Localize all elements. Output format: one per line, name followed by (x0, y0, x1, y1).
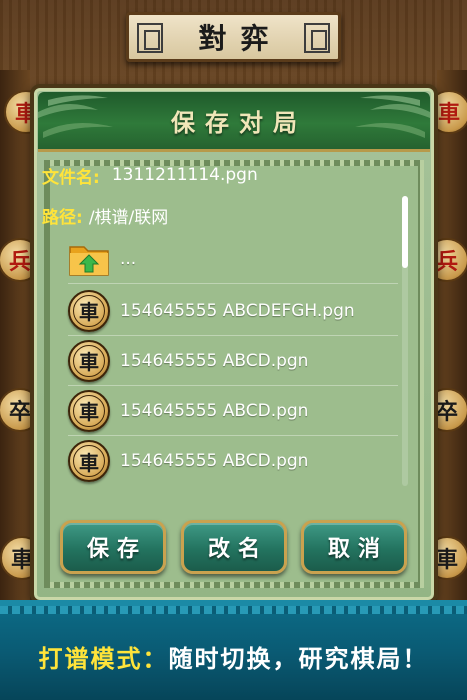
scrollbar-thumb[interactable] (402, 196, 408, 268)
bamboo-leaves-icon (355, 95, 430, 138)
file-item-name: 154645555 ABCD.pgn (120, 451, 309, 471)
page-title: 對弈 (198, 22, 283, 55)
rename-button[interactable]: 改名 (181, 520, 287, 574)
dialog-header: 保存对局 (38, 92, 430, 152)
banner-highlight: 打谱模式： (38, 644, 169, 673)
chess-piece-icon: 車 (68, 289, 110, 332)
list-item[interactable]: 車 154645555 ABCDEFGH.pgn (68, 286, 398, 336)
path-row: 路径: /棋谱/联网 (42, 202, 168, 228)
fret-ornament-icon (304, 23, 330, 53)
cancel-button[interactable]: 取消 (301, 520, 407, 574)
path-value: /棋谱/联网 (88, 207, 169, 228)
list-scrollbar[interactable] (402, 196, 408, 486)
parent-folder-label: ... (120, 248, 137, 269)
save-button[interactable]: 保存 (60, 520, 166, 574)
list-item[interactable]: 車 154645555 ABCD.pgn (68, 386, 398, 436)
board-edge-left (0, 70, 30, 610)
promo-banner: 打谱模式： 随时切换，研究棋局！ (0, 600, 467, 700)
parent-folder-row[interactable]: ... (68, 234, 398, 284)
chess-piece-icon: 車 (68, 440, 110, 482)
file-name-label: 文件名: (42, 167, 100, 188)
file-item-name: 154645555 ABCD.pgn (120, 400, 309, 421)
dialog-title: 保存对局 (171, 109, 307, 137)
banner-text: 打谱模式： 随时切换，研究棋局！ (0, 606, 467, 700)
path-label: 路径: (42, 207, 83, 228)
header-title-plaque: 對弈 (126, 12, 341, 62)
file-name-row[interactable]: 文件名: 1311211114.pgn (42, 162, 258, 188)
chess-piece-icon: 車 (68, 339, 110, 382)
banner-message: 随时切换，研究棋局！ (168, 644, 429, 673)
folder-up-icon (68, 241, 110, 277)
bamboo-leaves-icon (38, 95, 113, 138)
file-item-name: 154645555 ABCD.pgn (120, 350, 309, 371)
chess-piece-icon: 車 (68, 389, 110, 432)
board-edge-right (437, 70, 467, 610)
list-item[interactable]: 車 154645555 ABCD.pgn (68, 436, 398, 486)
fret-ornament-icon (137, 23, 163, 53)
file-item-name: 154645555 ABCDEFGH.pgn (120, 300, 355, 321)
file-name-field[interactable]: 1311211114.pgn (112, 165, 258, 185)
list-item[interactable]: 車 154645555 ABCD.pgn (68, 336, 398, 386)
file-list: ... 車 154645555 ABCDEFGH.pgn 車 154645555… (68, 234, 398, 486)
